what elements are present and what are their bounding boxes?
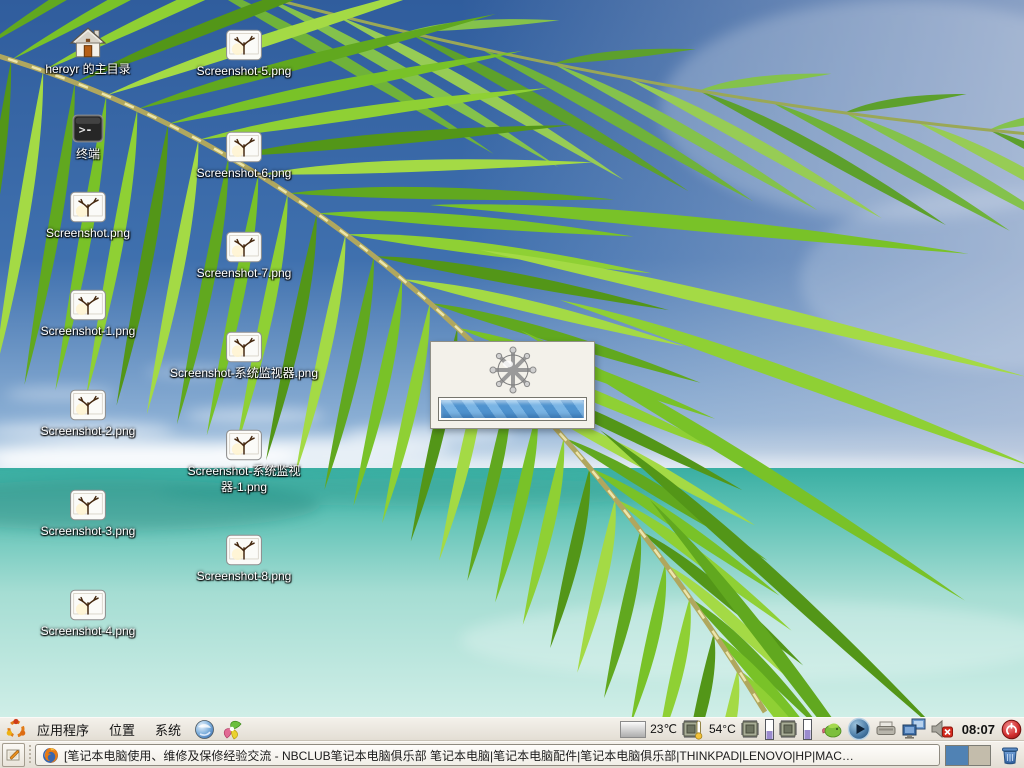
workspace-switcher xyxy=(945,745,991,766)
colorful-app-launcher[interactable] xyxy=(221,719,243,740)
desktop-icon-screenshot-3-png[interactable]: Screenshot-3.png xyxy=(13,488,163,540)
panel-drag-handle[interactable] xyxy=(27,745,33,765)
mine-sun-icon xyxy=(489,346,537,394)
desktop-icon-screenshot-sysmon-1-png[interactable]: Screenshot-系统监视器-1.png xyxy=(169,428,319,496)
desktop-icon-home[interactable]: heroyr 的主目录 xyxy=(13,26,163,78)
chip-icon[interactable] xyxy=(778,719,799,740)
show-desktop-button[interactable] xyxy=(2,743,25,767)
desktop-icon-terminal[interactable]: 终端 xyxy=(13,112,163,163)
browser-launcher[interactable] xyxy=(194,719,215,740)
desktop-icon-screenshot-1-png[interactable]: Screenshot-1.png xyxy=(13,288,163,340)
system-monitor-graph[interactable] xyxy=(620,721,646,738)
icon-label: heroyr 的主目录 xyxy=(45,62,130,78)
desktop-icon-screenshot-2-png[interactable]: Screenshot-2.png xyxy=(13,388,163,440)
ambient-temperature: 23℃ xyxy=(650,722,677,736)
desktop-icon-screenshot-sysmon-png[interactable]: Screenshot-系统监视器.png xyxy=(169,330,319,382)
gauge-bar-icon xyxy=(803,719,812,740)
muted-speaker-icon[interactable] xyxy=(931,719,956,739)
firefox-icon xyxy=(42,747,59,764)
icon-label: Screenshot-6.png xyxy=(197,166,292,182)
chip-icon[interactable] xyxy=(740,719,761,740)
icon-label: Screenshot-4.png xyxy=(41,624,136,640)
trash-icon xyxy=(1000,745,1020,765)
taskbar-window-button[interactable]: [笔记本电脑使用、维修及保修经验交流 - NBCLUB笔记本电脑俱乐部 笔记本电… xyxy=(35,744,940,766)
icon-label: Screenshot-系统监视器-1.png xyxy=(169,464,319,495)
clock[interactable]: 08:07 xyxy=(962,722,995,737)
icon-label: Screenshot-2.png xyxy=(41,424,136,440)
taskbar-window-title: [笔记本电脑使用、维修及保修经验交流 - NBCLUB笔记本电脑俱乐部 笔记本电… xyxy=(64,747,854,764)
desktop-icon-screenshot-6-png[interactable]: Screenshot-6.png xyxy=(169,130,319,182)
dual-monitor-icon[interactable] xyxy=(901,718,927,740)
desktop-icon-screenshot-png[interactable]: Screenshot.png xyxy=(13,190,163,242)
desktop-icon-screenshot-8-png[interactable]: Screenshot-8.png xyxy=(169,533,319,585)
chip-thermometer-icon[interactable] xyxy=(681,719,705,740)
icon-label: Screenshot-7.png xyxy=(197,266,292,282)
icon-label: Screenshot-8.png xyxy=(197,569,292,585)
play-button-icon[interactable] xyxy=(847,717,871,741)
green-applet-icon[interactable] xyxy=(820,719,843,739)
show-desktop-icon xyxy=(6,748,21,763)
power-button-icon[interactable] xyxy=(1001,719,1022,740)
desktop-icon-screenshot-7-png[interactable]: Screenshot-7.png xyxy=(169,230,319,282)
icon-label: Screenshot-系统监视器.png xyxy=(170,366,318,382)
blue-globe-browser-icon xyxy=(194,719,215,740)
menu-places[interactable]: 位置 xyxy=(99,718,145,740)
desktop-icon-screenshot-4-png[interactable]: Screenshot-4.png xyxy=(13,588,163,640)
window-list-panel: [笔记本电脑使用、维修及保修经验交流 - NBCLUB笔记本电脑俱乐部 笔记本电… xyxy=(0,741,1024,768)
menu-applications[interactable]: 应用程序 xyxy=(27,718,99,740)
icon-label: Screenshot.png xyxy=(46,226,130,242)
ubuntu-logo-icon xyxy=(5,718,27,740)
progress-bar xyxy=(438,397,587,421)
loading-splash-dialog xyxy=(430,341,595,429)
trash-applet[interactable] xyxy=(1000,745,1020,765)
colorful-swirl-app-icon xyxy=(221,719,243,740)
workspace-2[interactable] xyxy=(968,746,990,765)
system-tray: 23℃ 54°C xyxy=(620,717,1024,741)
menu-system[interactable]: 系统 xyxy=(145,718,191,740)
cpu-temperature: 54°C xyxy=(709,722,736,736)
icon-label: Screenshot-5.png xyxy=(197,64,292,80)
gnome-menu-panel: 应用程序 位置 系统 23℃ 54°C xyxy=(0,717,1024,741)
workspace-1-active[interactable] xyxy=(946,746,968,765)
icon-label: 终端 xyxy=(76,147,100,163)
printer-icon[interactable] xyxy=(875,720,897,738)
desktop-icon-screenshot-5-png[interactable]: Screenshot-5.png xyxy=(169,28,319,80)
gauge-bar-icon xyxy=(765,719,774,740)
icon-label: Screenshot-3.png xyxy=(41,524,136,540)
icon-label: Screenshot-1.png xyxy=(41,324,136,340)
progress-bar-fill xyxy=(441,400,584,418)
